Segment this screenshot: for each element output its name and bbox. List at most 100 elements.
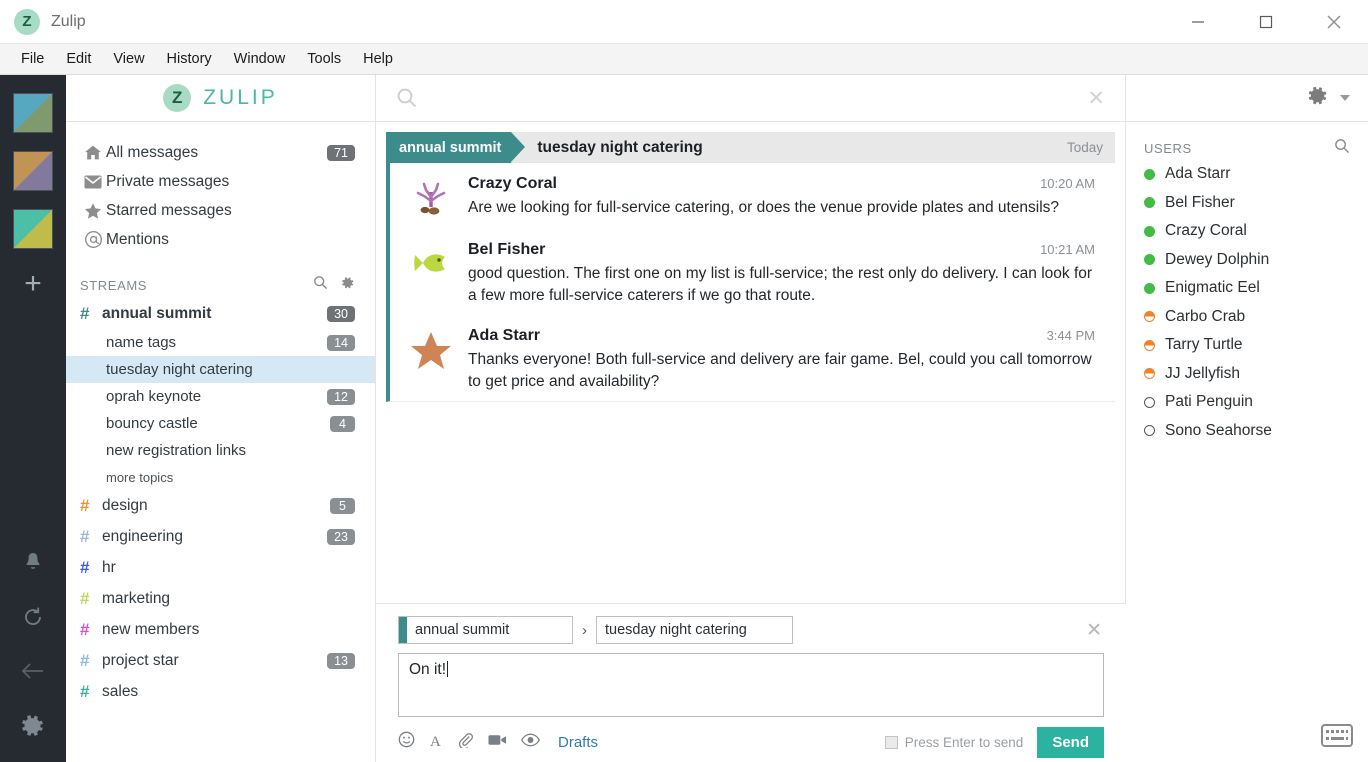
drafts-link[interactable]: Drafts	[558, 734, 598, 751]
sidebar-stream-hr[interactable]: # hr	[66, 552, 375, 583]
hash-icon: #	[80, 651, 90, 670]
message-row[interactable]: Ada Starr 3:44 PM Thanks everyone! Both …	[390, 315, 1115, 401]
menu-history[interactable]: History	[156, 47, 223, 71]
search-users-icon[interactable]	[1334, 138, 1350, 159]
add-organization-button[interactable]: +	[24, 269, 42, 299]
message-row[interactable]: Bel Fisher 10:21 AM good question. The f…	[390, 229, 1115, 315]
user-row[interactable]: Bel Fisher	[1126, 189, 1368, 218]
attachment-icon[interactable]	[458, 732, 474, 753]
sidebar-stream-sales[interactable]: # sales	[66, 676, 375, 707]
unread-badge: 14	[327, 334, 355, 351]
zulip-wordmark: ZULIP	[203, 86, 278, 109]
sidebar-stream-engineering[interactable]: # engineering 23	[66, 521, 375, 552]
sidebar-item-private-messages[interactable]: Private messages	[66, 167, 375, 196]
search-input[interactable]	[430, 89, 1088, 107]
main-menu-gear-icon[interactable]	[1307, 85, 1329, 112]
message-row[interactable]: Crazy Coral 10:20 AM Are we looking for …	[390, 163, 1115, 229]
sidebar-stream-new-members[interactable]: # new members	[66, 614, 375, 645]
user-row[interactable]: Crazy Coral	[1126, 217, 1368, 246]
menu-help[interactable]: Help	[352, 47, 404, 71]
message-group: Crazy Coral 10:20 AM Are we looking for …	[386, 163, 1115, 402]
message-author[interactable]: Ada Starr	[468, 327, 540, 345]
settings-gear-icon[interactable]	[20, 713, 46, 744]
sidebar-stream-annual-summit[interactable]: # annual summit 30	[66, 298, 375, 329]
video-call-icon[interactable]	[488, 733, 507, 752]
preview-icon[interactable]	[521, 733, 540, 752]
stream-name: hr	[102, 558, 116, 576]
sidebar-topic-name-tags[interactable]: name tags 14	[66, 329, 375, 356]
stream-name: engineering	[102, 527, 184, 545]
status-dot-active	[1144, 254, 1155, 266]
back-arrow-icon[interactable]	[20, 660, 46, 687]
maximize-button[interactable]	[1232, 0, 1300, 44]
fish-avatar[interactable]	[408, 241, 454, 287]
stream-name: annual summit	[102, 304, 212, 322]
sidebar-item-starred-messages[interactable]: Starred messages	[66, 196, 375, 225]
user-name: Tarry Turtle	[1165, 336, 1243, 354]
recipient-topic[interactable]: tuesday night catering	[537, 139, 702, 157]
text-format-icon[interactable]: A	[429, 732, 444, 753]
menu-view[interactable]: View	[102, 47, 155, 71]
stream-settings-gear-icon[interactable]	[341, 276, 355, 295]
status-dot-idle	[1144, 368, 1155, 380]
compose-topic-field[interactable]	[596, 616, 793, 644]
user-row[interactable]: Sono Seahorse	[1126, 417, 1368, 446]
user-row[interactable]: JJ Jellyfish	[1126, 360, 1368, 389]
user-row[interactable]: Dewey Dolphin	[1126, 246, 1368, 275]
menu-file[interactable]: File	[10, 47, 55, 71]
sidebar-stream-design[interactable]: # design 5	[66, 490, 375, 521]
search-streams-icon[interactable]	[313, 275, 328, 295]
message-author[interactable]: Bel Fisher	[468, 241, 545, 259]
org-thumbnail-3[interactable]	[13, 209, 53, 249]
coral-avatar[interactable]	[408, 175, 454, 221]
sidebar-stream-project-star[interactable]: # project star 13	[66, 645, 375, 676]
press-enter-to-send-checkbox[interactable]	[884, 735, 898, 749]
streams-header-actions	[313, 275, 355, 295]
compose-textarea[interactable]: On it!	[398, 653, 1104, 717]
message-header: Crazy Coral 10:20 AM	[468, 175, 1095, 193]
minimize-button[interactable]	[1164, 0, 1232, 44]
envelope-icon	[80, 175, 106, 189]
org-thumbnail-1[interactable]	[13, 93, 53, 133]
user-row[interactable]: Carbo Crab	[1126, 303, 1368, 332]
sidebar-topic-new-registration-links[interactable]: new registration links	[66, 437, 375, 464]
sidebar-item-all-messages[interactable]: All messages 71	[66, 138, 375, 167]
bell-icon[interactable]	[21, 550, 45, 579]
close-button[interactable]	[1300, 0, 1368, 44]
clear-search-icon[interactable]: ✕	[1087, 88, 1105, 109]
emoji-icon[interactable]	[398, 731, 415, 753]
menu-window[interactable]: Window	[223, 47, 297, 71]
sidebar-topic-oprah-keynote[interactable]: oprah keynote 12	[66, 383, 375, 410]
sidebar-topic-tuesday-night-catering[interactable]: tuesday night catering	[66, 356, 375, 383]
recipient-stream[interactable]: annual summit	[386, 132, 526, 163]
compose-send-controls: Press Enter to send Send	[884, 726, 1104, 758]
chevron-down-icon[interactable]	[1340, 95, 1350, 101]
message-body: Bel Fisher 10:21 AM good question. The f…	[454, 241, 1103, 307]
close-compose-icon[interactable]: ✕	[1086, 621, 1104, 640]
reload-icon[interactable]	[21, 605, 45, 634]
brand-header[interactable]: Z ZULIP	[66, 75, 376, 122]
compose-stream-field[interactable]	[398, 616, 573, 644]
sidebar-topic-bouncy-castle[interactable]: bouncy castle 4	[66, 410, 375, 437]
compose-topic-input[interactable]	[597, 617, 792, 643]
menu-tools[interactable]: Tools	[296, 47, 352, 71]
left-sidebar: All messages 71 Private messages Starred…	[66, 122, 376, 762]
compose-stream-input[interactable]	[407, 617, 572, 643]
user-row[interactable]: Enigmatic Eel	[1126, 274, 1368, 303]
user-row[interactable]: Ada Starr	[1126, 160, 1368, 189]
sidebar-item-mentions[interactable]: Mentions	[66, 225, 375, 254]
sidebar-stream-marketing[interactable]: # marketing	[66, 583, 375, 614]
window-title: Zulip	[51, 12, 86, 30]
zulip-app-window: Z Zulip File Edit View History Window To…	[0, 0, 1368, 762]
menu-edit[interactable]: Edit	[55, 47, 102, 71]
status-dot-active	[1144, 225, 1155, 237]
user-row[interactable]: Tarry Turtle	[1126, 331, 1368, 360]
org-thumbnail-2[interactable]	[13, 151, 53, 191]
send-button[interactable]: Send	[1037, 726, 1104, 758]
user-row[interactable]: Pati Penguin	[1126, 388, 1368, 417]
keyboard-shortcuts-icon[interactable]	[1320, 723, 1354, 748]
more-topics-link[interactable]: more topics	[66, 464, 375, 490]
user-name: Pati Penguin	[1165, 393, 1253, 411]
message-author[interactable]: Crazy Coral	[468, 175, 557, 193]
starfish-avatar[interactable]	[408, 327, 454, 373]
